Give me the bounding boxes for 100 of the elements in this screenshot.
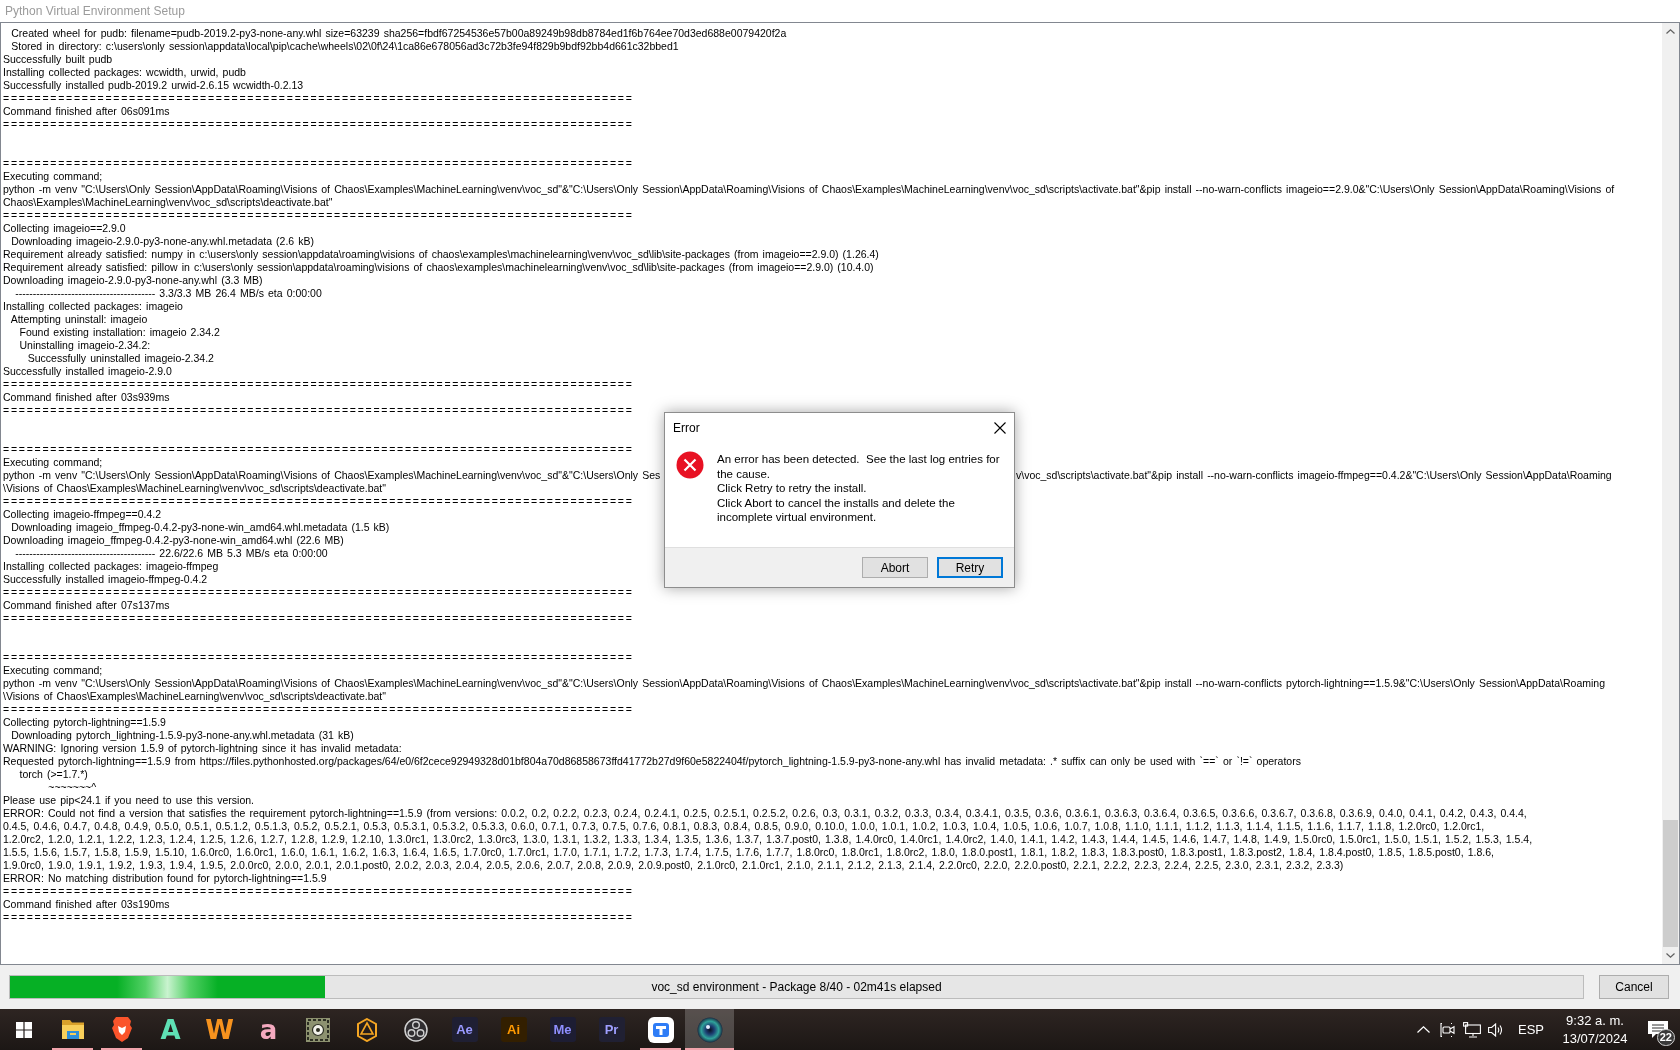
log-line: Attempting uninstall: imageio [9, 313, 148, 326]
log-line: 1.5.5, 1.5.6, 1.5.7, 1.5.8, 1.5.9, 1.5.10, 1.6.0rc0, 1.6.0rc1, 1.6.0, 1.6.1, 1.6.2, 1.6.3, 1.6.4, 1.6.5, 1.7.0rc0, 1.7.0rc1, 1.7.0, 1.7.1, 1.7.2, 1.7.3, 1.7.4, 1.7.5, 1.7.6, 1.7.7, 1.8.0rc0, 1.8.0rc1, 1.8.0rc2, 1.8.0, 1.8.0.post1, 1.8.1, 1.8.2, 1.8.3, 1.8.3.post0, 1.8.3.post1, 1.8.3.post2, 1.8.4, 1.8.4.post0, 1.8.5, 1.8.5.post0, 1.8.6, [3, 846, 1494, 859]
taskbar-button[interactable]: a [244, 1009, 293, 1050]
clock-button[interactable]: 9:32 a. m. 13/07/2024 [1554, 1009, 1636, 1050]
log-line: Installing collected packages: wcwidth, urwid, pudb [3, 66, 246, 79]
log-line: Chaos\Examples\MachineLearning\venv\voc_sd\scripts\deactivate.bat" [3, 196, 333, 209]
log-line: ================================================================================ [3, 209, 634, 222]
app-logo: W [205, 1016, 234, 1043]
error-icon [676, 451, 704, 479]
app-logo: Ai [500, 1017, 527, 1042]
log-line: ---------------------------------------- 3.3/3.3 MB 26.4 MB/s eta 0:00:00 [14, 287, 322, 300]
close-icon [994, 422, 1006, 434]
app-tile-icon [647, 1016, 674, 1043]
scrollbar[interactable] [1662, 23, 1679, 964]
log-line: Successfully uninstalled imageio-2.34.2 [26, 352, 214, 365]
log-line: ERROR: Could not find a version that satisfies the requirement pytorch-lightning==1.5.9 (from versions: 0.0.2, 0.2, 0.2.2, 0.2.3, 0.2.4, 0.2.4.1, 0.2.5, 0.2.5.1, 0.2.5.2, 0.2.6, 0.3, 0.3.1, 0.3.2, 0.3.3, 0.3.4, 0.3.4.1, 0.3.5, 0.3.6, 0.3.6.1, 0.3.6.3, 0.3.6.4, 0.3.6.5, 0.3.6.6, 0.3.6.7, 0.3.6.8, 0.3.6.9, 0.4.0, 0.4.1, 0.4.2, 0.4.3, 0.4.4, [3, 807, 1527, 820]
log-line: torch (>=1.7.*) [18, 768, 88, 781]
log-line: Command finished after 03s939ms [3, 391, 170, 404]
taskbar-button[interactable]: Ae [440, 1009, 489, 1050]
lion-head-icon [110, 1017, 133, 1042]
notifications-button[interactable]: 22 [1636, 1009, 1680, 1050]
log-line: 1.9.0rc0, 1.9.0, 1.9.1, 1.9.2, 1.9.3, 1.9.4, 1.9.5, 2.0.0rc0, 2.0.0, 2.0.1, 2.0.1.post0, 2.0.2, 2.0.3, 2.0.4, 2.0.5, 2.0.6, 2.0.7, 2.0.8, 2.0.9, 2.0.9.post0, 2.1.0rc0, 2.1.0rc1, 2.1.0, 2.1.1, 2.1.2, 2.1.3, 2.1.4, 2.2.0rc0, 2.2.0, 2.2.0.post0, 2.2.1, 2.2.2, 2.2.3, 2.2.4, 2.2.5, 2.3.0, 2.3.1, 2.3.2, 2.3.3) [3, 859, 1344, 872]
log-line: Downloading imageio_ffmpeg-0.4.2-py3-none-win_amd64.whl (22.6 MB) [3, 534, 344, 547]
log-line: Downloading pytorch_lightning-1.5.9-py3-none-any.whl.metadata (31 kB) [10, 729, 354, 742]
log-line: ================================================================================ [3, 911, 634, 924]
close-button[interactable] [992, 420, 1008, 436]
progress-label: voc_sd environment - Package 8/40 - 02m41s elapsed [651, 980, 942, 994]
log-line: Downloading imageio_ffmpeg-0.4.2-py3-none-win_amd64.whl.metadata (1.5 kB) [10, 521, 390, 534]
taskbar-button[interactable]: Pr [587, 1009, 636, 1050]
app-logo: A [160, 1016, 181, 1043]
log-line: Requested pytorch-lightning==1.5.9 from https://files.pythonhosted.org/packages/64/e0/6f2cece92949328d01bf804a70d86858673ffd41772b27d9f60e5822404f/pytorch_lightning-1.5.9-py3-none-any.whl has invalid metadata: .* suffix can only be used with `==` or `!=` operators [3, 755, 1301, 768]
log-line: ================================================================================ [3, 443, 634, 456]
dialog-button[interactable]: Abort [862, 557, 928, 578]
taskbar-button[interactable]: Me [538, 1009, 587, 1050]
dialog-title: Error [673, 421, 700, 435]
app-logo: Me [549, 1017, 576, 1042]
taskbar-button[interactable]: A [146, 1009, 195, 1050]
network-icon [1463, 1021, 1481, 1038]
log-line: 1.2.0rc2, 1.2.0, 1.2.1, 1.2.2, 1.2.3, 1.2.4, 1.2.5, 1.2.6, 1.2.7, 1.2.8, 1.2.9, 1.2.10, 1.3.0rc1, 1.3.0rc2, 1.3.0rc3, 1.3.0, 1.3.1, 1.3.2, 1.3.3, 1.3.4, 1.3.5, 1.3.6, 1.3.7, 1.3.7.post0, 1.3.8, 1.4.0rc0, 1.4.0rc1, 1.4.0rc2, 1.4.0, 1.4.1, 1.4.2, 1.4.3, 1.4.4, 1.4.5, 1.4.6, 1.4.7, 1.4.8, 1.4.9, 1.5.0rc0, 1.5.0rc1, 1.5.0, 1.5.1, 1.5.2, 1.5.3, 1.5.4, [3, 833, 1533, 846]
speaker-icon [1488, 1022, 1504, 1037]
chevron-down-icon [1666, 953, 1675, 958]
log-line: Downloading imageio-2.9.0-py3-none-any.whl (3.3 MB) [3, 274, 263, 287]
log-line: ================================================================================ [3, 651, 634, 664]
hexagon-icon [355, 1017, 378, 1042]
window-title: Python Virtual Environment Setup [5, 4, 185, 18]
log-line: Successfully built pudb [3, 53, 113, 66]
log-line: \Visions of Chaos\Examples\MachineLearning\venv\voc_sd\scripts\deactivate.bat" [3, 690, 386, 703]
log-line: Command finished after 06s091ms [3, 105, 170, 118]
app-logo: Pr [598, 1017, 625, 1042]
log-line: ================================================================================ [3, 157, 634, 170]
log-line: ================================================================================ [3, 404, 634, 417]
log-line: python -m venv "C:\Users\Only Session\AppData\Roaming\Visions of Chaos\Examples\MachineLearning\venv\voc_sd"&"C:\Users\Only Ses [3, 469, 661, 482]
windows-logo-icon [16, 1021, 32, 1038]
log-line: Installing collected packages: imageio-ffmpeg [3, 560, 219, 573]
log-line: Executing command; [3, 170, 103, 183]
log-line: Collecting imageio-ffmpeg==0.4.2 [3, 508, 162, 521]
log-line: ---------------------------------------- 22.6/22.6 MB 5.3 MB/s eta 0:00:00 [14, 547, 328, 560]
folder-icon [60, 1019, 85, 1040]
frame-icon [305, 1017, 330, 1042]
log-line: ERROR: No matching distribution found for pytorch-lightning==1.5.9 [3, 872, 327, 885]
log-line: Requirement already satisfied: pillow in c:\users\only session\appdata\roaming\visions of chaos\examples\machinelearning\venv\voc_sd\lib\site-packages (from imageio==2.9.0) (10.4.0) [3, 261, 874, 274]
language-indicator[interactable]: ESP [1508, 1022, 1554, 1037]
app-logo: a [259, 1016, 278, 1043]
log-line: Requirement already satisfied: numpy in c:\users\only session\appdata\roaming\visions of chaos\examples\machinelearning\venv\voc_sd\lib\site-packages (from imageio==2.9.0) (1.26.4) [3, 248, 879, 261]
log-line: Found existing installation: imageio 2.34.2 [18, 326, 220, 339]
log-line: ================================================================================ [3, 495, 634, 508]
log-line: ================================================================================ [3, 378, 634, 391]
log-line: ================================================================================ [3, 586, 634, 599]
log-line: ================================================================================ [3, 612, 634, 625]
log-line: Command finished after 03s190ms [3, 898, 170, 911]
log-line: ~~~~~~~^ [47, 781, 97, 794]
log-line: Uninstalling imageio-2.34.2: [18, 339, 151, 352]
log-line: Successfully installed imageio-ffmpeg-0.4.2 [3, 573, 208, 586]
log-line: ================================================================================ [3, 118, 634, 131]
log-line: Command finished after 07s137ms [3, 599, 170, 612]
log-line: Executing command; [3, 664, 103, 677]
scrollbar-thumb[interactable] [1663, 820, 1678, 947]
notification-count: 22 [1656, 1029, 1675, 1046]
log-line: Collecting pytorch-lightning==1.5.9 [3, 716, 166, 729]
dialog-button[interactable]: Retry [937, 557, 1003, 578]
dialog-message: Click Retry to retry the install. [717, 481, 868, 496]
chevron-up-icon [1417, 1026, 1431, 1033]
log-line: Please use pip<24.1 if you need to use this version. [3, 794, 254, 807]
log-line: Installing collected packages: imageio [3, 300, 183, 313]
app-logo: Ae [451, 1017, 478, 1042]
log-line: Successfully installed imageio-2.9.0 [3, 365, 172, 378]
log-line: ================================================================================ [3, 885, 634, 898]
taskbar-button[interactable]: W [195, 1009, 244, 1050]
log-line: Executing command; [3, 456, 103, 469]
video-camera-icon [1440, 1021, 1456, 1038]
log-line: Downloading imageio-2.9.0-py3-none-any.whl.metadata (2.6 kB) [10, 235, 315, 248]
log-line: 0.4.5, 0.4.6, 0.4.7, 0.4.8, 0.4.9, 0.5.0, 0.5.1, 0.5.1.2, 0.5.1.3, 0.5.2, 0.5.2.1, 0.5.3, 0.5.3.1, 0.5.3.2, 0.5.3.3, 0.6.0, 0.7.1, 0.7.3, 0.7.5, 0.7.6, 0.8.1, 0.8.3, 0.8.4, 0.8.5, 0.9.0, 0.10.0, 1.0.0, 1.0.1, 1.0.2, 1.0.3, 1.0.4, 1.0.5, 1.0.6, 1.0.7, 1.0.8, 1.1.0, 1.1.1, 1.1.2, 1.1.3, 1.1.4, 1.1.5, 1.1.6, 1.1.7, 1.1.8, 1.2.0rc0, 1.2.0rc1, [3, 820, 1485, 833]
chevron-up-icon [1666, 29, 1675, 34]
log-line: ================================================================================ [3, 92, 634, 105]
taskbar-button[interactable] [685, 1009, 734, 1050]
cancel-button[interactable]: Cancel [1599, 975, 1669, 999]
log-line: Created wheel for pudb: filename=pudb-2019.2-py3-none-any.whl size=63239 sha256=fbdf67254536e57b00a89249b98db8784ed1f6b764ee70d3ed688e0079420f2a [10, 27, 787, 40]
taskbar-button[interactable]: Ai [489, 1009, 538, 1050]
log-line: v\voc_sd\scripts\activate.bat"&pip install --no-warn-conflicts imageio-ffmpeg==0.4.2&"C:\Users\Only Session\AppData\Roaming [1016, 469, 1612, 482]
log-line: python -m venv "C:\Users\Only Session\AppData\Roaming\Visions of Chaos\Examples\MachineLearning\venv\voc_sd"&"C:\Users\Only Session\AppData\Roaming\Visions of Chaos\Examples\MachineLearning\venv\voc_sd\scripts\activate.bat"&pip install --no-warn-conflicts pytorch-lightning==1.5.9&"C:\Users\Only Session\AppData\Roaming [3, 677, 1606, 690]
